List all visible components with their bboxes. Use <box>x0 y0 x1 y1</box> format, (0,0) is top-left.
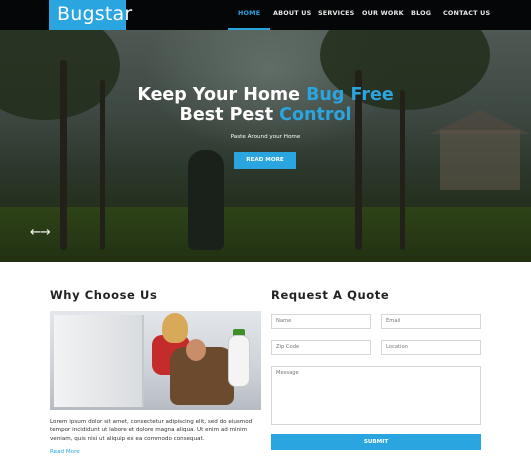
location-field[interactable]: Location <box>381 340 481 355</box>
slider-arrows-icon[interactable]: ←→ <box>30 226 51 240</box>
nav-item-our-work[interactable]: OUR WORK <box>362 0 404 30</box>
photo-sprayer <box>228 335 250 387</box>
why-choose-us-text: Lorem ipsum dolor sit amet, consectetur … <box>50 419 253 442</box>
hero-overlay <box>0 30 531 262</box>
brand-logo[interactable]: Bugstar <box>49 0 132 30</box>
hero-subtitle: Paste Around your Home <box>230 134 301 140</box>
nav-item-about-us[interactable]: ABOUT US <box>273 0 311 30</box>
nav-item-contact-us[interactable]: CONTACT US <box>443 0 490 30</box>
photo-woman-hair <box>162 313 188 343</box>
hero-headline-line1: Keep Your Home Bug Free <box>137 85 394 105</box>
hero-read-more-button[interactable]: READ MORE <box>234 152 296 169</box>
top-navbar: Bugstar HOME ABOUT US SERVICES OUR WORK … <box>0 0 531 30</box>
name-field[interactable]: Name <box>271 314 371 329</box>
hero-headline-line2: Best Pest Control <box>179 105 352 125</box>
zip-code-field[interactable]: Zip Code <box>271 340 371 355</box>
photo-technician-head <box>186 339 206 361</box>
why-read-more-link[interactable]: Read More <box>50 449 80 455</box>
nav-item-blog[interactable]: BLOG <box>411 0 431 30</box>
message-field[interactable]: Message <box>271 366 481 425</box>
why-choose-us-title: Why Choose Us <box>50 288 158 302</box>
photo-fridge <box>54 315 144 407</box>
request-quote-title: Request A Quote <box>271 288 390 302</box>
hero-banner: Keep Your Home Bug Free Best Pest Contro… <box>0 30 531 262</box>
submit-button[interactable]: SUBMIT <box>271 434 481 450</box>
pest-control-photo <box>50 311 261 410</box>
nav-item-home[interactable]: HOME <box>227 0 271 30</box>
nav-item-services[interactable]: SERVICES <box>318 0 354 30</box>
email-field[interactable]: Email <box>381 314 481 329</box>
